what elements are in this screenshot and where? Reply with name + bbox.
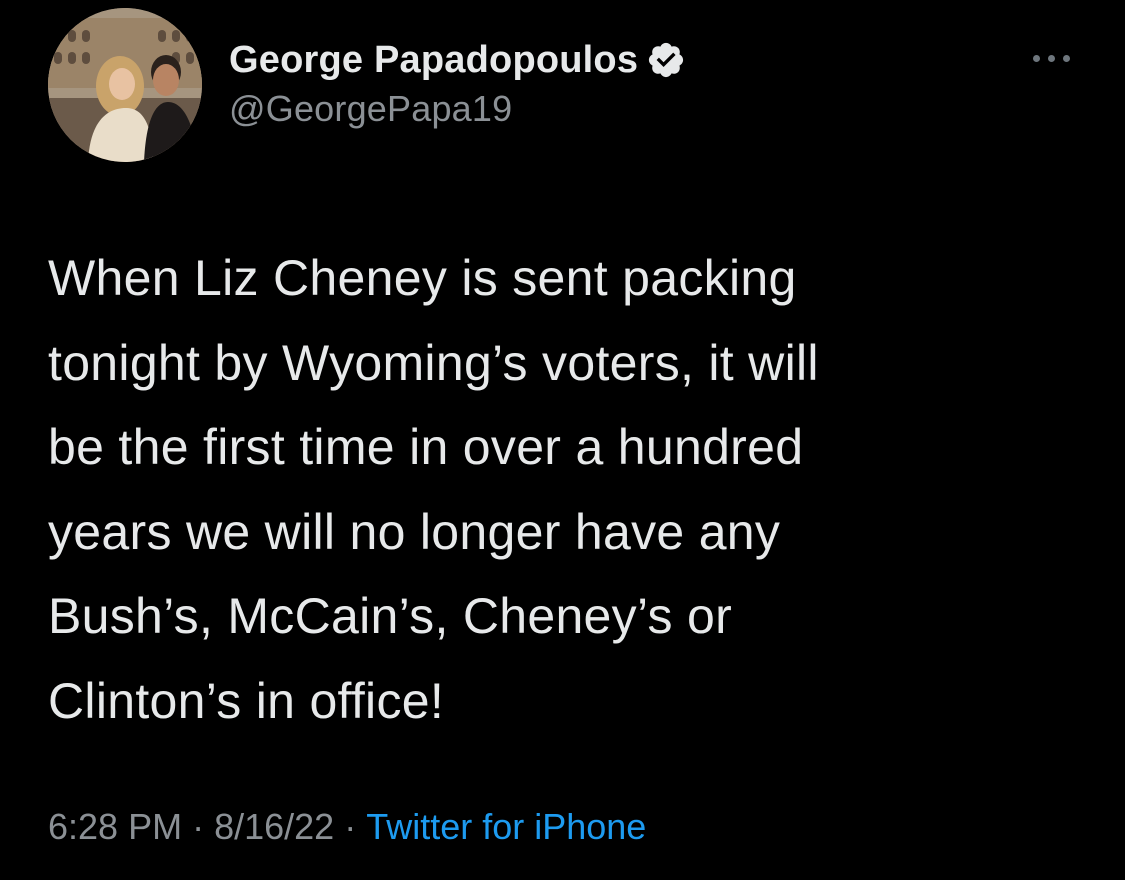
author-block: George Papadopoulos @GeorgePapa19 <box>229 36 686 130</box>
tweet-meta: 6:28 PM · 8/16/22 · Twitter for iPhone <box>48 806 646 848</box>
avatar-photo <box>48 8 202 162</box>
verified-badge-icon <box>649 42 684 78</box>
display-name[interactable]: George Papadopoulos <box>229 39 638 82</box>
handle[interactable]: @GeorgePapa19 <box>229 88 686 130</box>
tweet-text: When Liz Cheney is sent packing tonight … <box>48 250 819 729</box>
tweet-source-link[interactable]: Twitter for iPhone <box>366 806 646 847</box>
tweet: George Papadopoulos @GeorgePapa19 When L… <box>0 0 1125 880</box>
more-options-icon[interactable] <box>1030 48 1074 68</box>
tweet-date[interactable]: 8/16/22 <box>214 806 334 847</box>
name-row: George Papadopoulos <box>229 36 686 84</box>
tweet-time[interactable]: 6:28 PM <box>48 806 182 847</box>
avatar[interactable] <box>48 8 202 162</box>
meta-separator: · <box>344 806 357 847</box>
meta-separator: · <box>192 806 205 847</box>
